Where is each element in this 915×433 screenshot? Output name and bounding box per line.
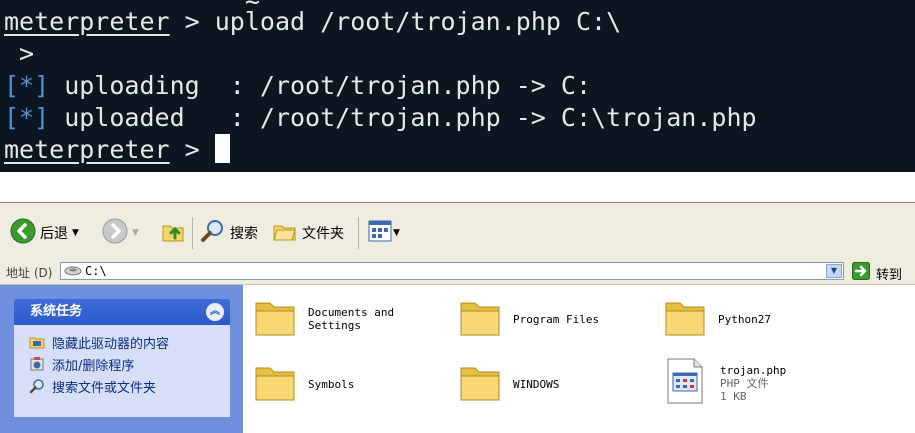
drive-icon xyxy=(64,265,82,280)
folder-item-program-files[interactable]: Program Files xyxy=(459,297,599,341)
forward-button[interactable]: ▼ xyxy=(102,218,139,248)
back-button[interactable]: 后退 ▼ xyxy=(10,218,79,248)
terminal-line-upload-command: meterpreter > upload /root/trojan.php C:… xyxy=(4,6,621,38)
views-icon xyxy=(368,220,392,246)
terminal-line-uploading: [*] uploading : /root/trojan.php -> C: xyxy=(4,70,591,102)
views-button[interactable]: ▼ xyxy=(368,219,400,247)
address-input[interactable]: C:\ ▼ xyxy=(60,262,844,280)
address-label: 地址 (D) xyxy=(6,266,53,280)
go-button[interactable]: 转到 xyxy=(852,262,902,284)
content-area: 系统任务 ︽ 隐藏此驱动器的内容 添加/删除程序 搜索文件或文件夹 Docume… xyxy=(0,285,915,433)
folder-item-python27[interactable]: Python27 xyxy=(664,297,771,341)
folder-icon xyxy=(459,362,501,406)
folder-icon xyxy=(459,297,501,341)
terminal-line-prompt[interactable]: meterpreter > xyxy=(4,134,230,166)
chevron-down-icon[interactable]: ▼ xyxy=(72,228,79,238)
prompt-label: meterpreter xyxy=(4,135,170,164)
file-name: Python27 xyxy=(718,312,771,326)
go-label: 转到 xyxy=(876,267,903,283)
uploading-text: uploading : /root/trojan.php -> C: xyxy=(49,71,592,100)
folders-button[interactable]: 文件夹 xyxy=(272,219,344,247)
explorer-window: 后退 ▼ ▼ 搜索 文件夹 ▼ 地址 (D) C:\ ▼ 转到 系统任务 ︽ 隐… xyxy=(0,202,915,433)
status-marker: [*] xyxy=(4,103,50,132)
toolbar-divider xyxy=(192,217,193,249)
terminal-line-uploaded: [*] uploaded : /root/trojan.php -> C:\tr… xyxy=(4,102,757,134)
task-item-add-remove-programs[interactable]: 添加/删除程序 xyxy=(14,353,230,375)
folder-item-documents-and-settings[interactable]: Documents and Settings xyxy=(254,297,394,341)
task-label: 搜索文件或文件夹 xyxy=(52,380,157,396)
back-label: 后退 xyxy=(40,226,68,242)
upload-command: upload /root/trojan.php C:\ xyxy=(199,7,622,36)
prompt-gt: > xyxy=(169,135,200,164)
folder-icon xyxy=(254,297,296,341)
forward-arrow-icon xyxy=(102,218,128,248)
file-name: Documents and Settings xyxy=(308,306,395,332)
status-marker: [*] xyxy=(4,71,50,100)
prompt-label: meterpreter xyxy=(4,7,170,36)
task-label: 隐藏此驱动器的内容 xyxy=(52,336,170,352)
file-name: Symbols xyxy=(308,377,355,391)
folder-item-symbols[interactable]: Symbols xyxy=(254,362,354,406)
task-pane: 系统任务 ︽ 隐藏此驱动器的内容 添加/删除程序 搜索文件或文件夹 xyxy=(0,285,243,433)
back-arrow-icon xyxy=(10,218,36,248)
chevron-down-icon[interactable]: ▼ xyxy=(826,264,842,278)
search-button[interactable]: 搜索 xyxy=(200,219,258,247)
collapse-icon[interactable]: ︽ xyxy=(206,303,224,321)
folders-icon xyxy=(272,218,298,248)
search-icon xyxy=(28,378,46,394)
folders-label: 文件夹 xyxy=(302,226,344,242)
task-label: 添加/删除程序 xyxy=(52,358,135,374)
system-tasks-panel: 系统任务 ︽ 隐藏此驱动器的内容 添加/删除程序 搜索文件或文件夹 xyxy=(14,299,230,417)
folder-icon xyxy=(254,362,296,406)
folder-icon xyxy=(664,297,706,341)
toolbar: 后退 ▼ ▼ 搜索 文件夹 ▼ xyxy=(0,203,915,261)
toolbar-divider xyxy=(358,217,359,249)
search-label: 搜索 xyxy=(230,226,258,242)
file-item-trojan-php[interactable]: trojan.php PHP 文件 1 KB xyxy=(664,357,786,409)
file-type: PHP 文件 xyxy=(720,376,769,390)
add-remove-programs-icon xyxy=(28,356,46,372)
file-details: trojan.php PHP 文件 1 KB xyxy=(720,364,786,403)
hide-contents-icon xyxy=(28,335,46,349)
task-item-search-files[interactable]: 搜索文件或文件夹 xyxy=(14,375,230,397)
prompt-gt: > xyxy=(169,7,200,36)
system-tasks-header[interactable]: 系统任务 ︽ xyxy=(14,299,230,325)
chevron-down-icon[interactable]: ▼ xyxy=(393,228,400,238)
terminal-window[interactable]: ~ ^ meterpreter > upload /root/trojan.ph… xyxy=(0,0,915,172)
address-value: C:\ xyxy=(85,264,107,278)
file-name: Program Files xyxy=(513,312,600,326)
up-folder-button[interactable] xyxy=(160,219,186,247)
chevron-down-icon[interactable]: ▼ xyxy=(132,228,139,238)
up-folder-icon xyxy=(160,218,186,248)
task-item-hide-drive-contents[interactable]: 隐藏此驱动器的内容 xyxy=(14,331,230,353)
file-size: 1 KB xyxy=(720,389,747,403)
folder-item-windows[interactable]: WINDOWS xyxy=(459,362,559,406)
uploaded-text: uploaded : /root/trojan.php -> C:\trojan… xyxy=(49,103,757,132)
file-name: trojan.php xyxy=(720,363,787,377)
system-tasks-list: 隐藏此驱动器的内容 添加/删除程序 搜索文件或文件夹 xyxy=(14,325,230,417)
search-icon xyxy=(200,218,226,248)
go-arrow-icon xyxy=(852,262,870,284)
system-tasks-title: 系统任务 xyxy=(30,304,83,319)
address-bar: 地址 (D) C:\ ▼ 转到 xyxy=(0,260,915,285)
terminal-line-continuation: > xyxy=(4,39,35,68)
file-name: WINDOWS xyxy=(513,377,560,391)
terminal-cursor xyxy=(214,134,230,163)
php-file-icon xyxy=(664,357,706,409)
